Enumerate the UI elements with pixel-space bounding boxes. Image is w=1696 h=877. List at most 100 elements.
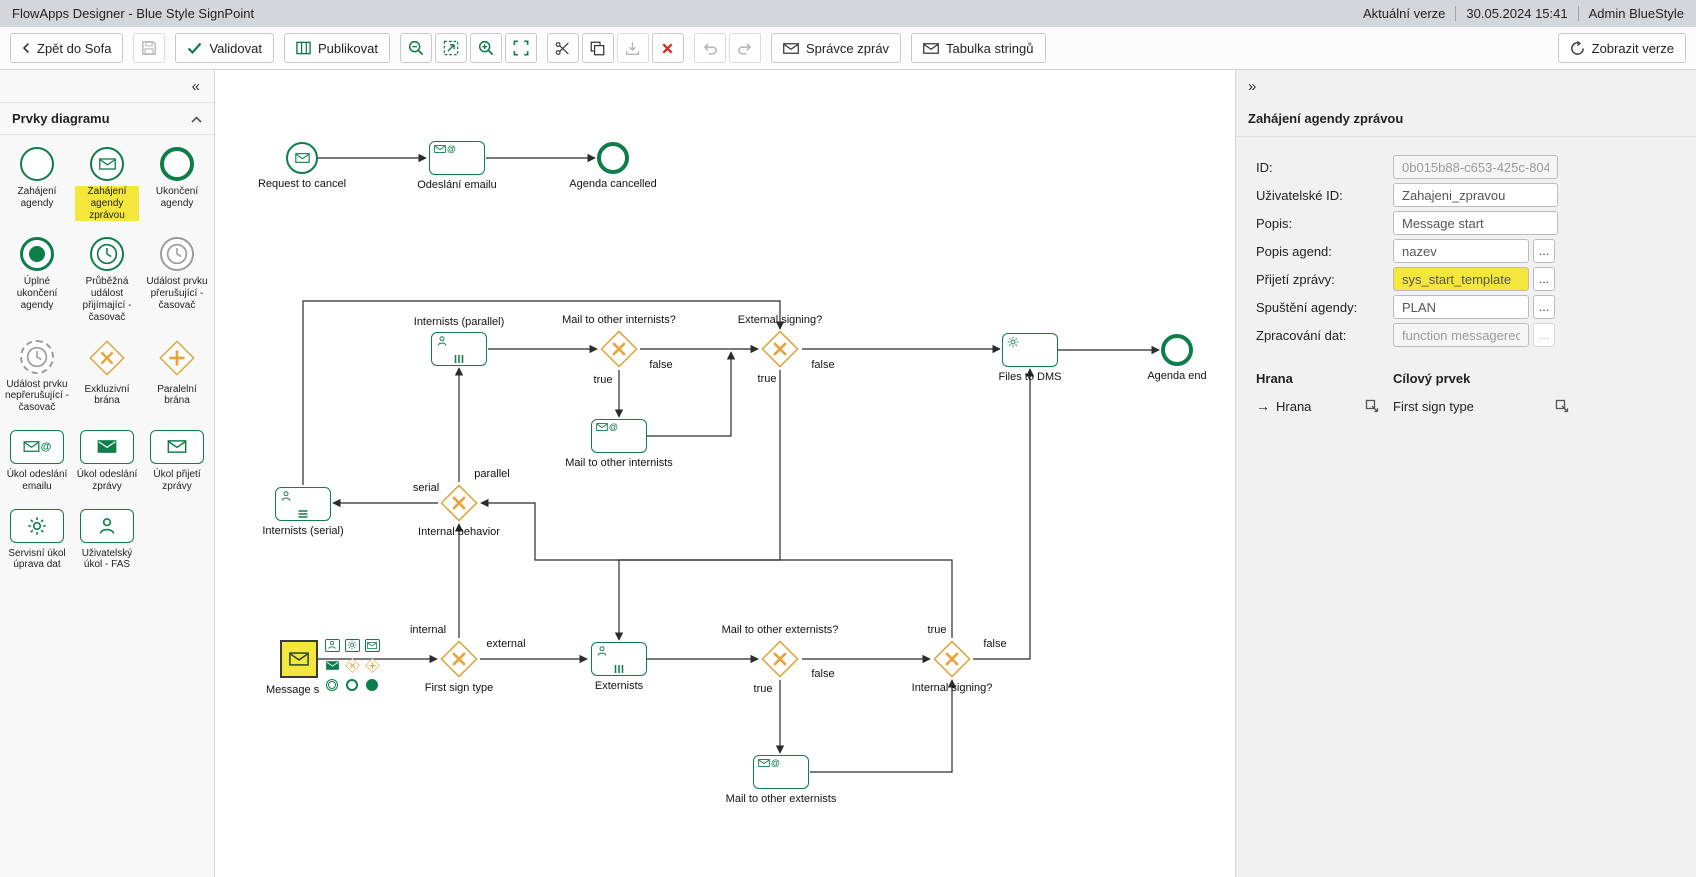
- palette-item-ukol-odeslani-emailu[interactable]: @Úkol odeslání emailu: [2, 430, 72, 493]
- toolbar-group: [133, 33, 165, 63]
- publikovat-button[interactable]: Publikovat: [284, 33, 390, 63]
- palette-item-udalost-prvku-neprerusujici-casovac[interactable]: Událost prvku nepřerušující - časovač: [2, 340, 72, 414]
- button-label: Správce zpráv: [806, 41, 889, 56]
- palette-header[interactable]: Prvky diagramu: [0, 102, 214, 135]
- validovat-button[interactable]: Validovat: [175, 33, 274, 63]
- node-externists[interactable]: Externists: [591, 642, 647, 676]
- edge-name: Hrana: [1276, 399, 1311, 414]
- field-row-id: ID:: [1256, 155, 1684, 179]
- node-internal-behavior[interactable]: Internal behavior: [440, 484, 478, 522]
- collapse-right-panel-icon[interactable]: »: [1248, 78, 1256, 95]
- node-internal-signing-gw[interactable]: Internal signing?: [933, 640, 971, 678]
- edge-target-name[interactable]: First sign type: [1393, 399, 1474, 414]
- field-input-spusteni-agendy[interactable]: [1393, 295, 1529, 319]
- zoom-in-button[interactable]: [470, 33, 502, 63]
- more-button-prijeti-zpravy[interactable]: ...: [1533, 267, 1555, 291]
- palette-item-label: Zahájení agendy: [5, 186, 69, 210]
- palette-item-ukonceni-agendy[interactable]: Ukončení agendy: [142, 147, 212, 221]
- context-gateway-x-icon[interactable]: [343, 656, 361, 674]
- palette-item-servisni-ukol-uprava-dat[interactable]: Servisní úkol úprava dat: [2, 509, 72, 572]
- copy-button[interactable]: [582, 33, 614, 63]
- context-event-message-icon[interactable]: [323, 656, 341, 674]
- node-agenda-end[interactable]: Agenda end: [1161, 334, 1193, 366]
- user-icon: [280, 490, 292, 502]
- node-mail-to-other-externists[interactable]: @Mail to other externists: [753, 755, 809, 789]
- fit-screen-button[interactable]: [505, 33, 537, 63]
- node-first-sign-type[interactable]: First sign type: [440, 640, 478, 678]
- task-box: @: [591, 419, 647, 453]
- field-input-popis-agend[interactable]: [1393, 239, 1529, 263]
- node-message-start[interactable]: Message s: [280, 640, 318, 678]
- context-event-end-thin-icon[interactable]: [343, 676, 361, 694]
- spravce-zprav-button[interactable]: Správce zpráv: [771, 33, 901, 63]
- diagram-edge[interactable]: [303, 301, 780, 485]
- diagram-edges: [215, 70, 1235, 877]
- zoom-out-button[interactable]: [400, 33, 432, 63]
- gateway-x-icon: [89, 340, 125, 379]
- more-button-spusteni-agendy[interactable]: ...: [1533, 295, 1555, 319]
- select-target-on-canvas-icon[interactable]: [1555, 399, 1569, 413]
- node-label: Internists (serial): [262, 525, 343, 537]
- context-task-mail-at-icon[interactable]: [363, 636, 381, 654]
- context-task-service-icon[interactable]: [343, 636, 361, 654]
- context-pad: [323, 636, 381, 694]
- field-label-spusteni-agendy: Spuštění agendy:: [1256, 300, 1393, 315]
- node-mail-to-other-internists-gw[interactable]: Mail to other internists?: [600, 330, 638, 368]
- node-label: Message s: [266, 684, 319, 696]
- titlebar: FlowApps Designer - Blue Style SignPoint…: [0, 0, 1696, 27]
- palette-item-prubezna-udalost-prijimajici-casovac[interactable]: Průběžná událost přijímající - časovač: [72, 237, 142, 323]
- diagram-edge[interactable]: [619, 370, 780, 640]
- palette-item-label: Úkol odeslání zprávy: [75, 469, 139, 493]
- zoom-selection-button[interactable]: [435, 33, 467, 63]
- toolbar-group: Tabulka stringů: [911, 33, 1045, 63]
- node-internists-parallel[interactable]: Internists (parallel): [431, 332, 487, 366]
- palette-item-label: Úkol odeslání emailu: [5, 469, 69, 493]
- target-col-header: Cílový prvek: [1393, 371, 1470, 386]
- node-mail-to-other-externists-gw[interactable]: Mail to other externists?: [761, 640, 799, 678]
- context-task-user-icon[interactable]: [323, 636, 341, 654]
- scissors-button[interactable]: [547, 33, 579, 63]
- edge-headers: Hrana Cílový prvek: [1256, 371, 1684, 386]
- zobrazit-verze-button[interactable]: Zobrazit verze: [1558, 33, 1686, 63]
- field-input-prijeti-zpravy[interactable]: [1393, 267, 1529, 291]
- node-label: Internal behavior: [418, 526, 500, 538]
- select-edge-on-canvas-icon[interactable]: [1365, 399, 1379, 413]
- toolbar-group: Validovat: [175, 33, 274, 63]
- gateway-x-icon: [440, 484, 478, 522]
- node-agenda-cancelled[interactable]: Agenda cancelled: [597, 142, 629, 174]
- zpet-do-sofa-button[interactable]: Zpět do Sofa: [10, 33, 123, 63]
- palette-item-uzivatelsky-ukol-fas[interactable]: Uživatelský úkol - FAS: [72, 509, 142, 572]
- field-input-popis[interactable]: [1393, 211, 1558, 235]
- tabulka-stringu-button[interactable]: Tabulka stringů: [911, 33, 1045, 63]
- node-external-signing-gw[interactable]: External signing?: [761, 330, 799, 368]
- palette-item-ukol-odeslani-zpravy[interactable]: Úkol odeslání zprávy: [72, 430, 142, 493]
- more-button-zpracovani-dat[interactable]: ...: [1533, 323, 1555, 347]
- node-mail-to-other-internists[interactable]: @Mail to other internists: [591, 419, 647, 453]
- field-input-uzivatelske-id[interactable]: [1393, 183, 1558, 207]
- node-odeslani-emailu[interactable]: @Odeslání emailu: [429, 141, 485, 175]
- collapse-left-panel-icon[interactable]: «: [192, 78, 200, 95]
- task-mail-filled-icon: [80, 430, 134, 464]
- palette-item-paralelni-brana[interactable]: Paralelní brána: [142, 340, 212, 414]
- diagram-edge[interactable]: [647, 352, 731, 436]
- diagram-edge[interactable]: [481, 503, 952, 638]
- palette-item-exkluzivni-brana[interactable]: Exkluzivní brána: [72, 340, 142, 414]
- node-internists-serial[interactable]: Internists (serial): [275, 487, 331, 521]
- table-icon: [296, 41, 311, 55]
- diagram-canvas[interactable]: internalexternalserialparalleltruefalset…: [215, 70, 1235, 877]
- context-event-filled-icon[interactable]: [363, 676, 381, 694]
- toolbar-left: Zpět do Sofa Validovat Publikovat Správce z…: [10, 33, 1046, 63]
- context-event-double-icon[interactable]: [323, 676, 341, 694]
- context-gateway-plus-icon[interactable]: [363, 656, 381, 674]
- palette-item-uplne-ukonceni-agendy[interactable]: Úplné ukončení agendy: [2, 237, 72, 323]
- more-button-popis-agend[interactable]: ...: [1533, 239, 1555, 263]
- palette-item-ukol-prijeti-zpravy[interactable]: Úkol přijetí zprávy: [142, 430, 212, 493]
- toolbar: Zpět do Sofa Validovat Publikovat Správce z…: [0, 27, 1696, 70]
- node-files-to-dms[interactable]: Files to DMS: [1002, 333, 1058, 367]
- node-request-to-cancel[interactable]: Request to cancel: [286, 142, 318, 174]
- palette-item-zahajeni-agendy[interactable]: Zahájení agendy: [2, 147, 72, 221]
- delete-button[interactable]: [652, 33, 684, 63]
- palette-item-zahajeni-agendy-zpravou[interactable]: Zahájení agendy zprávou: [72, 147, 142, 221]
- diagram-edge[interactable]: [973, 369, 1030, 659]
- palette-item-udalost-prvku-prerusujici-casovac[interactable]: Událost prvku přerušující - časovač: [142, 237, 212, 323]
